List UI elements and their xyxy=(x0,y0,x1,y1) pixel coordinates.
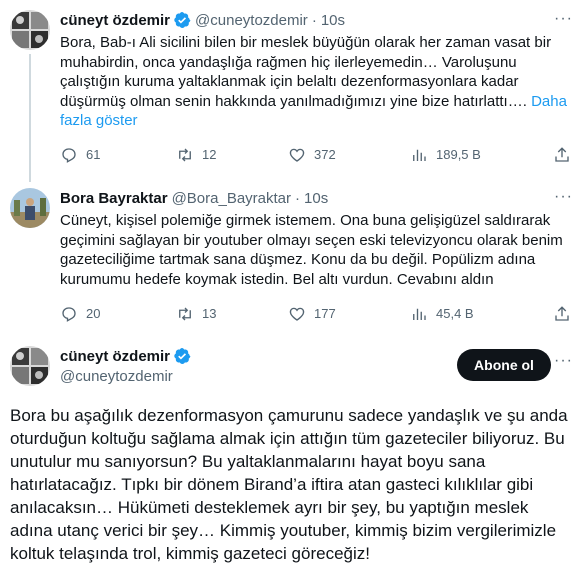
author-name[interactable]: cüneyt özdemir xyxy=(60,348,170,365)
avatar-bora[interactable] xyxy=(10,188,50,228)
views-count: 45,4 B xyxy=(436,306,474,321)
views-button[interactable]: 189,5 B xyxy=(410,146,481,164)
retweet-button[interactable]: 12 xyxy=(176,146,216,164)
like-button[interactable]: 372 xyxy=(288,146,336,164)
tweet-header: Bora Bayraktar @Bora_Bayraktar · 10s xyxy=(60,188,328,208)
share-icon xyxy=(555,306,569,321)
views-button[interactable]: 45,4 B xyxy=(410,305,474,323)
tweet-text: Bora, Bab-ı Ali sicilini bilen bir mesle… xyxy=(60,33,575,131)
author-handle[interactable]: @cuneytozdemir xyxy=(195,12,308,29)
share-button[interactable] xyxy=(553,305,579,323)
more-options-icon[interactable]: ··· xyxy=(554,10,573,28)
tweet-actions: 20 13 177 45,4 B xyxy=(60,305,575,325)
avatar-cuneyt[interactable] xyxy=(10,10,50,50)
author-name[interactable]: cüneyt özdemir xyxy=(60,12,170,29)
like-icon xyxy=(289,148,305,162)
views-icon xyxy=(413,149,426,161)
like-count: 177 xyxy=(314,306,336,321)
reply-icon xyxy=(62,307,76,322)
verified-badge-icon xyxy=(173,11,191,29)
author-name-row: cüneyt özdemir xyxy=(60,346,191,366)
retweet-icon xyxy=(179,307,191,321)
tweet-cuneyt-1[interactable]: cüneyt özdemir @cuneytozdemir · 10s ··· … xyxy=(0,0,585,182)
tweet-actions: 61 12 372 189,5 B xyxy=(60,146,575,166)
like-icon xyxy=(289,307,305,321)
timestamp[interactable]: 10s xyxy=(304,190,328,207)
share-button[interactable] xyxy=(553,146,579,164)
reply-button[interactable]: 61 xyxy=(60,146,100,164)
views-count: 189,5 B xyxy=(436,147,481,162)
retweet-icon xyxy=(179,148,191,162)
author-handle[interactable]: @cuneytozdemir xyxy=(60,368,173,385)
author-handle-row: @cuneytozdemir xyxy=(60,366,173,386)
separator-dot: · xyxy=(311,11,317,29)
verified-badge-icon xyxy=(173,347,191,365)
more-options-icon[interactable]: ··· xyxy=(554,188,573,206)
thread-connector-line xyxy=(29,54,31,182)
avatar-cuneyt[interactable] xyxy=(10,346,50,386)
author-name[interactable]: Bora Bayraktar xyxy=(60,190,168,207)
views-icon xyxy=(413,308,426,320)
main-tweet-text: Bora bu aşağılık dezenformasyon çamurunu… xyxy=(10,406,568,563)
more-options-icon[interactable]: ··· xyxy=(554,352,573,370)
tweet-bora-reply[interactable]: Bora Bayraktar @Bora_Bayraktar · 10s ···… xyxy=(0,182,585,332)
retweet-count: 12 xyxy=(202,147,217,162)
timestamp[interactable]: 10s xyxy=(321,12,345,29)
retweet-count: 13 xyxy=(202,306,217,321)
separator-dot: · xyxy=(295,189,301,207)
reply-count: 61 xyxy=(86,147,101,162)
reply-count: 20 xyxy=(86,306,101,321)
retweet-button[interactable]: 13 xyxy=(176,305,216,323)
reply-icon xyxy=(62,148,76,163)
tweet-text: Cüneyt, kişisel polemiğe girmek istemem.… xyxy=(60,211,575,289)
share-icon xyxy=(555,147,569,162)
tweet-text-content: Cüneyt, kişisel polemiğe girmek istemem.… xyxy=(60,212,563,288)
author-handle[interactable]: @Bora_Bayraktar xyxy=(172,190,291,207)
tweet-header: cüneyt özdemir @cuneytozdemir · 10s xyxy=(60,10,345,30)
tweet-text-content: Bora, Bab-ı Ali sicilini bilen bir mesle… xyxy=(60,34,552,110)
follow-button[interactable]: Abone ol xyxy=(457,349,551,381)
like-button[interactable]: 177 xyxy=(288,305,336,323)
like-count: 372 xyxy=(314,147,336,162)
reply-button[interactable]: 20 xyxy=(60,305,100,323)
